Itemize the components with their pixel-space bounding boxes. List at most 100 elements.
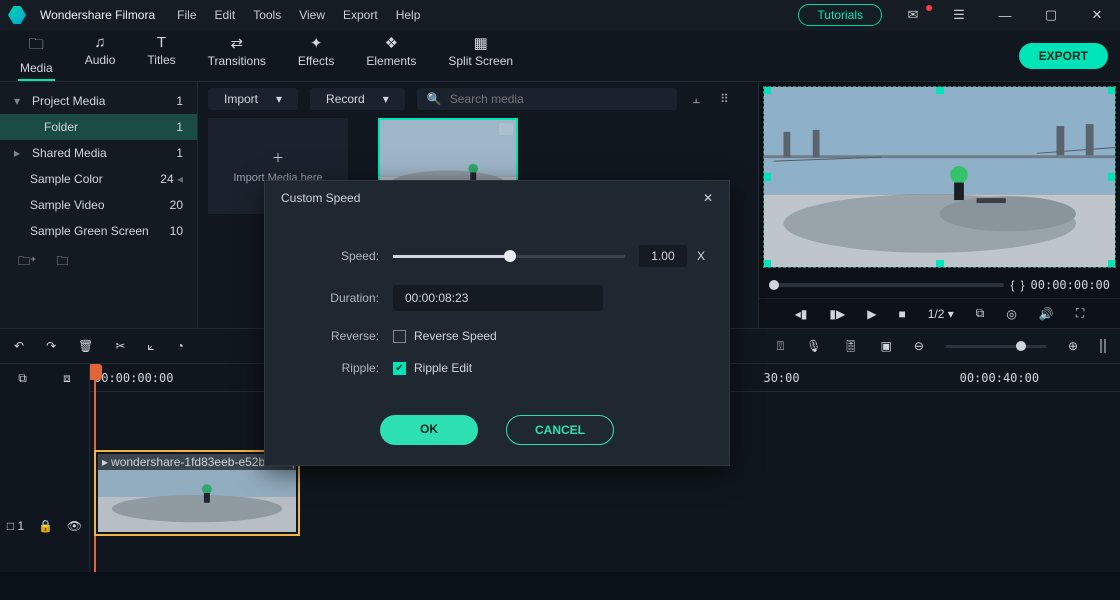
window-close-button[interactable]: ✕ <box>1082 7 1112 23</box>
ripple-checkbox[interactable]: ✔ <box>393 362 406 375</box>
zoom-out-button[interactable]: ⊖ <box>914 339 924 353</box>
prev-frame-button[interactable]: ◂▮ <box>795 307 808 321</box>
playback-rate-value: 1/2 <box>928 307 945 321</box>
menu-edit[interactable]: Edit <box>215 8 236 22</box>
folder-open-icon[interactable]: 🗀 <box>56 252 68 273</box>
sidebar-item-label: Sample Green Screen <box>14 224 149 238</box>
sidebar-item-label: Shared Media <box>32 146 107 160</box>
zoom-fit-icon[interactable] <box>1100 339 1106 353</box>
main-menu: File Edit Tools View Export Help <box>177 8 420 22</box>
speed-label: Speed: <box>289 249 379 263</box>
import-dropdown[interactable]: Import▾ <box>208 88 298 110</box>
window-minimize-button[interactable]: — <box>990 8 1020 23</box>
ruler-mark: 30:00 <box>763 371 799 385</box>
zoom-knob[interactable] <box>1016 341 1026 351</box>
playback-rate[interactable]: 1/2 ▾ <box>928 307 954 321</box>
preview-timecode: 00:00:00:00 <box>1031 278 1110 292</box>
sidebar-item-project-media[interactable]: ▾Project Media 1 <box>0 88 197 114</box>
play-icon: ▸ <box>102 455 108 469</box>
tasklist-icon[interactable]: ☰ <box>944 7 974 23</box>
marker-icon[interactable]: ⍔ <box>777 339 784 354</box>
custom-speed-dialog: Custom Speed ✕ Speed: 1.00 X Duration: 0… <box>264 180 730 466</box>
volume-icon[interactable]: 🔊 <box>1039 307 1054 321</box>
menu-help[interactable]: Help <box>396 8 421 22</box>
lock-icon[interactable]: 🔒 <box>38 519 53 533</box>
crop-button[interactable]: ⟀ <box>147 339 154 354</box>
redo-button[interactable]: ↷ <box>46 339 56 353</box>
chevron-down-icon: ▾ <box>383 92 389 106</box>
cancel-button[interactable]: CANCEL <box>506 415 614 445</box>
record-dropdown[interactable]: Record ▾ <box>310 88 405 110</box>
tab-transitions[interactable]: ⇄Transitions <box>206 30 268 81</box>
shapes-icon: ❖ <box>385 34 398 52</box>
menu-file[interactable]: File <box>177 8 196 22</box>
duration-input[interactable]: 00:00:08:23 <box>393 285 603 311</box>
speed-unit: X <box>697 249 705 263</box>
undo-button[interactable]: ↶ <box>14 339 24 353</box>
search-box[interactable]: 🔍 <box>417 88 677 110</box>
tab-audio[interactable]: ♫Audio <box>83 30 118 81</box>
speed-value[interactable]: 1.00 <box>639 245 687 267</box>
import-label: Import <box>224 92 258 106</box>
audio-mixer-icon[interactable]: 🎚 <box>843 339 858 353</box>
display-mode-icon[interactable]: ⧉ <box>976 306 985 321</box>
record-label: Record <box>326 92 365 106</box>
filter-icon[interactable]: ⫠ <box>689 90 704 109</box>
step-back-button[interactable]: ▮▶ <box>829 307 845 321</box>
tab-media-label: Media <box>20 61 53 75</box>
sidebar-item-folder[interactable]: Folder 1 <box>0 114 197 140</box>
zoom-in-button[interactable]: ⊕ <box>1068 339 1078 353</box>
menu-tools[interactable]: Tools <box>253 8 281 22</box>
export-button[interactable]: EXPORT <box>1019 43 1108 69</box>
plus-icon: ＋ <box>272 149 284 166</box>
mark-in-label[interactable]: { <box>1010 278 1014 292</box>
tab-elements[interactable]: ❖Elements <box>364 30 418 81</box>
sidebar-item-label: Sample Video <box>14 198 105 212</box>
sidebar-item-sample-green-screen[interactable]: Sample Green Screen 10 <box>0 218 197 244</box>
sidebar-item-sample-video[interactable]: Sample Video 20 <box>0 192 197 218</box>
ok-button[interactable]: OK <box>380 415 478 445</box>
preview-scrubber-row: { } 00:00:00:00 <box>759 272 1120 298</box>
reverse-checkbox[interactable] <box>393 330 406 343</box>
message-icon[interactable]: ✉ <box>898 7 928 23</box>
menu-export[interactable]: Export <box>343 8 378 22</box>
tab-titles[interactable]: TTitles <box>145 30 177 81</box>
play-button[interactable]: ▶ <box>867 307 876 321</box>
fullscreen-icon[interactable]: ⛶ <box>1076 306 1084 321</box>
speed-button[interactable]: ◔ <box>177 339 184 353</box>
tab-split-screen[interactable]: ▦Split Screen <box>446 30 515 81</box>
keyframe-icon[interactable]: ▣ <box>881 339 892 353</box>
speed-slider[interactable] <box>393 255 625 258</box>
transition-icon: ⇄ <box>230 34 243 52</box>
tutorials-button[interactable]: Tutorials <box>798 4 882 26</box>
tracks-manage-icon[interactable]: ⧉ <box>18 371 27 386</box>
grid-view-icon[interactable]: ⠿ <box>716 90 733 108</box>
new-folder-icon[interactable]: 🗀⁺ <box>18 252 36 273</box>
dialog-close-button[interactable]: ✕ <box>703 191 713 205</box>
chevron-left-icon[interactable]: ◂ <box>177 172 183 186</box>
search-input[interactable] <box>450 92 667 106</box>
mark-out-label[interactable]: } <box>1021 278 1025 292</box>
stop-button[interactable]: ■ <box>899 307 906 321</box>
track-header[interactable]: □ 1 🔒 👁 <box>0 512 89 540</box>
delete-button[interactable]: 🗑 <box>78 339 93 353</box>
tab-effects[interactable]: ✦Effects <box>296 30 336 81</box>
visibility-icon[interactable]: 👁 <box>67 519 82 533</box>
cut-button[interactable]: ✂ <box>115 339 125 353</box>
menu-view[interactable]: View <box>299 8 325 22</box>
preview-scrubber[interactable] <box>769 283 1004 287</box>
sidebar-item-shared-media[interactable]: ▸Shared Media 1 <box>0 140 197 166</box>
tab-media[interactable]: 🗀Media <box>18 30 55 81</box>
zoom-slider[interactable] <box>946 345 1046 348</box>
window-maximize-button[interactable]: ▢ <box>1036 7 1066 23</box>
sidebar-item-sample-color[interactable]: Sample Color 24 ◂ <box>0 166 197 192</box>
sidebar-item-label: Sample Color <box>14 172 103 186</box>
ruler-mark: 00:00:40:00 <box>960 371 1039 385</box>
snapshot-icon[interactable]: ◎ <box>1006 307 1016 321</box>
speed-slider-knob[interactable] <box>504 250 516 262</box>
preview-viewport[interactable] <box>763 86 1116 268</box>
voiceover-icon[interactable]: 🎙 <box>806 339 821 353</box>
scrubber-knob[interactable] <box>769 280 779 290</box>
link-icon[interactable]: ⧈ <box>63 371 71 386</box>
timeline-head-row: ⧉ ⧈ <box>0 364 89 392</box>
